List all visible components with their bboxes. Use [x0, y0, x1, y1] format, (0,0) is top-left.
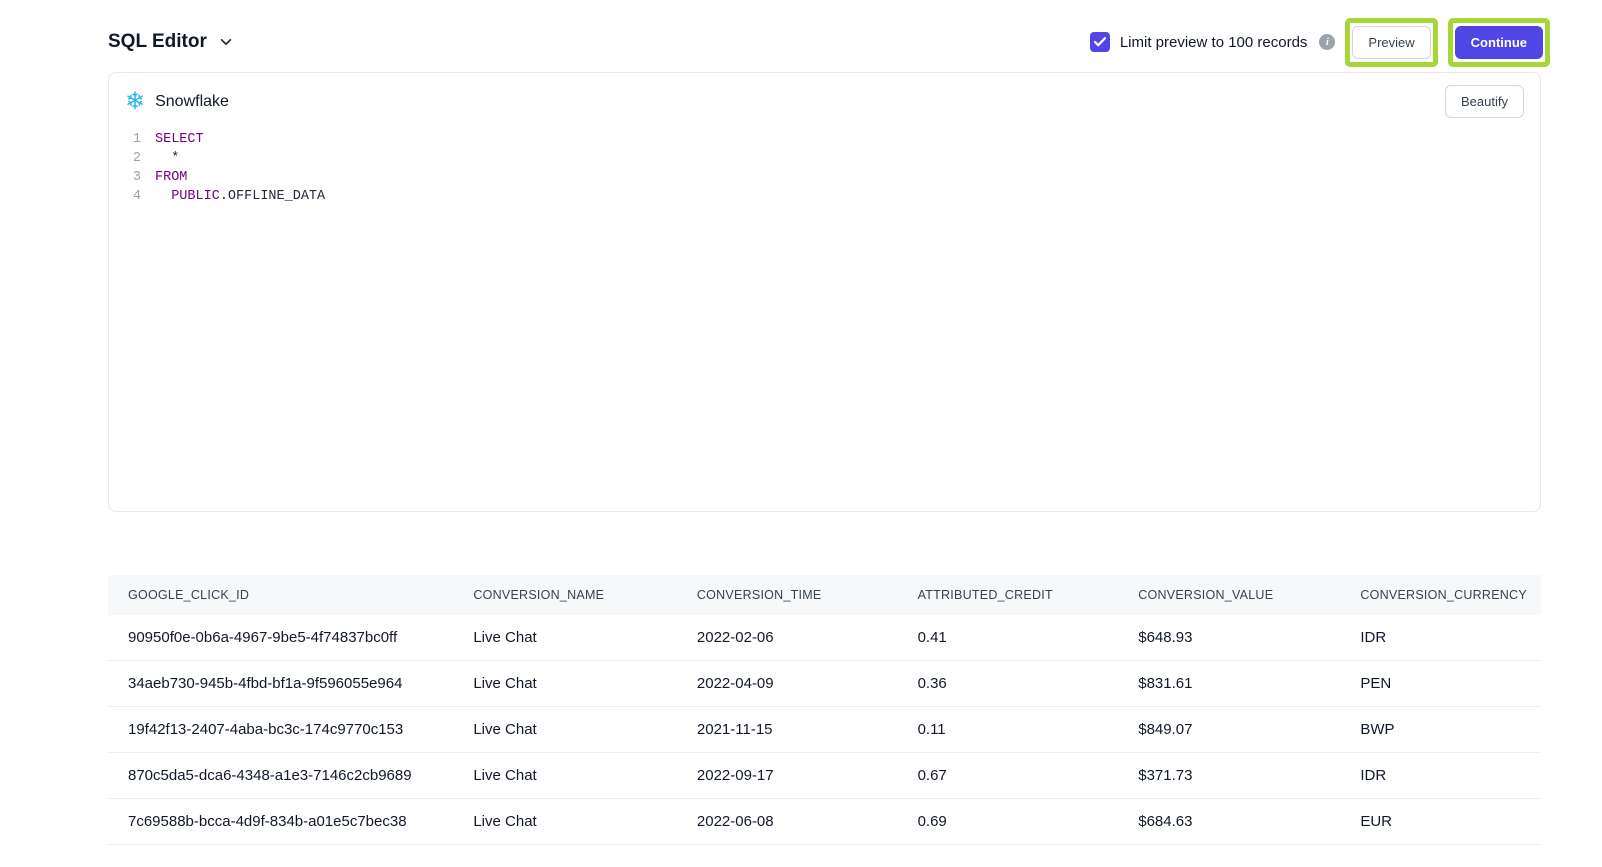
table-cell: BWP	[1340, 707, 1541, 753]
code-token-kw: FROM	[155, 168, 187, 187]
line-number: 3	[117, 168, 141, 187]
table-cell: 0.69	[898, 799, 1119, 845]
table-cell: EUR	[1340, 799, 1541, 845]
code-line[interactable]: 2 *	[117, 149, 1540, 168]
limit-preview-label: Limit preview to 100 records	[1120, 34, 1308, 51]
column-header: CONVERSION_VALUE	[1118, 575, 1340, 615]
code-token-kw: PUBLIC	[171, 187, 220, 206]
table-row[interactable]: 19f42f13-2407-4aba-bc3c-174c9770c153Live…	[108, 707, 1541, 753]
line-number: 4	[117, 187, 141, 206]
table-cell: Live Chat	[453, 661, 677, 707]
sql-code-editor[interactable]: 1SELECT2 *3FROM4 PUBLIC.OFFLINE_DATA	[109, 124, 1540, 206]
sql-editor-panel: ❄ Snowflake Beautify 1SELECT2 *3FROM4 PU…	[108, 72, 1541, 512]
code-line[interactable]: 1 SELECT	[117, 130, 1540, 149]
topbar-controls: Limit preview to 100 records i Preview C…	[1090, 18, 1550, 67]
table-cell: 90950f0e-0b6a-4967-9be5-4f74837bc0ff	[108, 615, 453, 661]
table-cell: Live Chat	[453, 615, 677, 661]
column-header: GOOGLE_CLICK_ID	[108, 575, 453, 615]
table-cell: IDR	[1340, 615, 1541, 661]
snowflake-logo-icon: ❄	[125, 90, 145, 114]
table-cell: Live Chat	[453, 707, 677, 753]
table-cell: 0.67	[898, 753, 1119, 799]
code-token-plain: *	[155, 149, 179, 168]
code-line[interactable]: 3 FROM	[117, 168, 1540, 187]
table-cell: IDR	[1340, 753, 1541, 799]
limit-preview-checkbox[interactable]	[1090, 32, 1110, 52]
chevron-down-icon[interactable]	[219, 35, 233, 49]
preview-highlight-box: Preview	[1345, 18, 1437, 67]
table-cell: 2021-11-15	[677, 707, 898, 753]
table-row[interactable]: 90950f0e-0b6a-4967-9be5-4f74837bc0ffLive…	[108, 615, 1541, 661]
table-cell: 2022-09-17	[677, 753, 898, 799]
table-cell: $648.93	[1118, 615, 1340, 661]
continue-button[interactable]: Continue	[1455, 26, 1543, 59]
page-title: SQL Editor	[108, 31, 207, 53]
source-name: Snowflake	[155, 93, 229, 111]
preview-button[interactable]: Preview	[1352, 26, 1430, 59]
table-cell: 2022-06-08	[677, 799, 898, 845]
table-header-row: GOOGLE_CLICK_IDCONVERSION_NAMECONVERSION…	[108, 575, 1541, 615]
table-cell: $849.07	[1118, 707, 1340, 753]
code-token-kw: SELECT	[155, 130, 204, 149]
table-cell: $684.63	[1118, 799, 1340, 845]
continue-highlight-box: Continue	[1448, 18, 1550, 67]
topbar: SQL Editor Limit preview to 100 records …	[108, 14, 1550, 70]
table-cell: PEN	[1340, 661, 1541, 707]
table-cell: 2022-02-06	[677, 615, 898, 661]
table-cell: 0.36	[898, 661, 1119, 707]
table-cell: $831.61	[1118, 661, 1340, 707]
source-info: ❄ Snowflake	[125, 90, 229, 114]
table-cell: 2022-04-09	[677, 661, 898, 707]
info-icon[interactable]: i	[1319, 34, 1335, 50]
beautify-button[interactable]: Beautify	[1445, 85, 1524, 118]
table-cell: 7c69588b-bcca-4d9f-834b-a01e5c7bec38	[108, 799, 453, 845]
column-header: CONVERSION_CURRENCY	[1340, 575, 1541, 615]
column-header: CONVERSION_TIME	[677, 575, 898, 615]
table-row[interactable]: 34aeb730-945b-4fbd-bf1a-9f596055e964Live…	[108, 661, 1541, 707]
code-token-plain: .OFFLINE_DATA	[220, 187, 325, 206]
table-cell: $371.73	[1118, 753, 1340, 799]
line-number: 1	[117, 130, 141, 149]
table-cell: 870c5da5-dca6-4348-a1e3-7146c2cb9689	[108, 753, 453, 799]
preview-results-table: GOOGLE_CLICK_IDCONVERSION_NAMECONVERSION…	[108, 575, 1541, 845]
code-line[interactable]: 4 PUBLIC.OFFLINE_DATA	[117, 187, 1540, 206]
table-cell: 0.11	[898, 707, 1119, 753]
table-cell: 19f42f13-2407-4aba-bc3c-174c9770c153	[108, 707, 453, 753]
check-icon	[1094, 37, 1106, 47]
table-cell: 34aeb730-945b-4fbd-bf1a-9f596055e964	[108, 661, 453, 707]
table-cell: 0.41	[898, 615, 1119, 661]
table-body: 90950f0e-0b6a-4967-9be5-4f74837bc0ffLive…	[108, 615, 1541, 845]
code-token-plain	[155, 187, 171, 206]
table-row[interactable]: 870c5da5-dca6-4348-a1e3-7146c2cb9689Live…	[108, 753, 1541, 799]
column-header: CONVERSION_NAME	[453, 575, 677, 615]
table-cell: Live Chat	[453, 753, 677, 799]
page-title-group[interactable]: SQL Editor	[108, 31, 233, 53]
table-row[interactable]: 7c69588b-bcca-4d9f-834b-a01e5c7bec38Live…	[108, 799, 1541, 845]
preview-results-table-wrap: GOOGLE_CLICK_IDCONVERSION_NAMECONVERSION…	[108, 575, 1541, 845]
column-header: ATTRIBUTED_CREDIT	[898, 575, 1119, 615]
editor-header: ❄ Snowflake Beautify	[109, 73, 1540, 124]
line-number: 2	[117, 149, 141, 168]
table-cell: Live Chat	[453, 799, 677, 845]
